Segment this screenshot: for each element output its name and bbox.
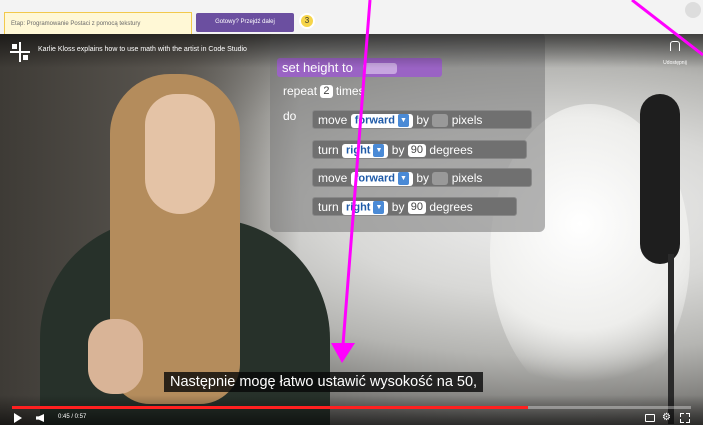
video-player[interactable]: set height to repeat 2 times do move for… — [0, 34, 703, 425]
direction-dropdown: forward ▼ — [350, 172, 413, 186]
degrees-label: degrees — [429, 143, 473, 157]
turn-label: turn — [318, 143, 339, 157]
volume-icon[interactable] — [36, 414, 44, 422]
turn-dropdown: right ▼ — [342, 144, 389, 158]
by-label: by — [391, 143, 405, 157]
video-title[interactable]: Karlie Kloss explains how to use math wi… — [38, 46, 247, 53]
lesson-tab[interactable]: Etap: Programowanie Postaci z pomocą tek… — [4, 12, 192, 34]
turn-block-1: turn right ▼ by 90 degrees — [312, 140, 527, 159]
video-header: Karlie Kloss explains how to use math wi… — [0, 34, 703, 68]
degree-value: 90 — [407, 201, 427, 215]
presenter-hand — [88, 319, 143, 394]
repeat-suffix: times — [335, 84, 365, 98]
captions-icon[interactable] — [645, 414, 655, 422]
repeat-block: repeat 2 times — [278, 82, 370, 101]
dropdown-arrow-icon: ▼ — [398, 172, 409, 186]
direction-dropdown: forward ▼ — [350, 114, 413, 128]
move-label: move — [318, 113, 348, 127]
pixel-slot — [432, 172, 449, 186]
gear-icon[interactable]: ⚙ — [662, 413, 671, 423]
by-label: by — [416, 171, 429, 185]
time-display: 0:45 / 0:57 — [58, 414, 87, 420]
direction-value: forward — [354, 172, 396, 185]
dropdown-arrow-icon: ▼ — [373, 201, 385, 215]
move-block-2: move forward ▼ by pixels — [312, 168, 532, 187]
turn-value: right — [346, 144, 371, 157]
pixel-slot — [432, 114, 449, 128]
presenter-face — [145, 94, 215, 214]
dropdown-arrow-icon: ▼ — [373, 144, 385, 158]
turn-dropdown: right ▼ — [342, 201, 389, 215]
progress-bar[interactable] — [12, 406, 691, 409]
by-label: by — [391, 200, 405, 214]
dropdown-arrow-icon: ▼ — [398, 114, 409, 128]
turn-label: turn — [318, 200, 339, 214]
pixels-label: pixels — [451, 113, 483, 127]
play-icon[interactable] — [14, 413, 22, 423]
by-label: by — [416, 113, 429, 127]
subtitle-caption: Następnie mogę łatwo ustawić wysokość na… — [164, 372, 484, 392]
do-label: do — [283, 109, 297, 123]
studio-light — [640, 94, 680, 264]
turn-block-2: turn right ▼ by 90 degrees — [312, 197, 517, 216]
move-block-1: move forward ▼ by pixels — [312, 110, 532, 129]
pixels-label: pixels — [451, 171, 483, 185]
step-badge[interactable]: 3 — [299, 13, 315, 29]
degree-value: 90 — [407, 144, 427, 158]
direction-value: forward — [354, 114, 396, 127]
progress-fill — [12, 406, 529, 409]
lesson-top-bar: Etap: Programowanie Postaci z pomocą tek… — [0, 0, 703, 34]
user-icon[interactable] — [685, 2, 701, 18]
move-label: move — [318, 171, 348, 185]
fullscreen-icon[interactable] — [680, 413, 690, 423]
repeat-count: 2 — [320, 85, 333, 99]
share-icon — [670, 41, 680, 51]
degrees-label: degrees — [429, 200, 473, 214]
next-button[interactable]: Gotowy? Przejdź dalej — [196, 13, 294, 32]
share-button[interactable]: Udostępnij — [655, 41, 695, 69]
logo-icon — [10, 42, 30, 62]
turn-value: right — [346, 201, 371, 214]
repeat-label: repeat — [283, 84, 318, 98]
player-controls: 0:45 / 0:57 ⚙ — [0, 395, 703, 425]
share-label: Udostępnij — [663, 60, 687, 66]
